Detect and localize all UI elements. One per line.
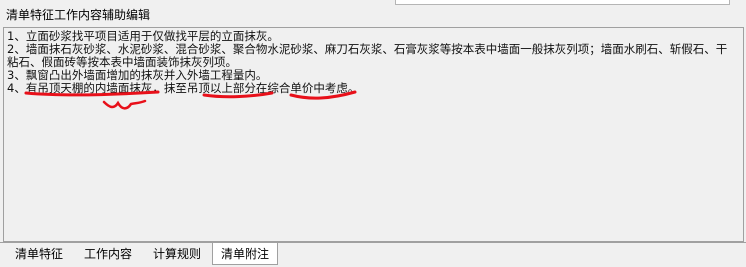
text-editor-panel[interactable]: 1、立面砂浆找平项目适用于仅做找平层的立面抹灰。 2、墙面抹石灰砂浆、水泥砂浆、… xyxy=(3,27,744,242)
upper-tab-stub[interactable] xyxy=(395,0,730,5)
tab-list-features[interactable]: 清单特征 xyxy=(4,243,74,265)
editor-line-2: 2、墙面抹石灰砂浆、水泥砂浆、混合砂浆、聚合物水泥砂浆、麻刀石灰浆、石膏灰浆等按… xyxy=(7,43,728,69)
bottom-tab-bar: 清单特征 工作内容 计算规则 清单附注 xyxy=(0,242,746,267)
editor-line-4: 4、有吊顶天棚的内墙面抹灰，抹至吊顶以上部分在综合单价中考虑。 xyxy=(7,82,360,95)
tab-list-notes[interactable]: 清单附注 xyxy=(212,243,278,265)
vertical-scrollbar[interactable] xyxy=(726,28,743,241)
editor-line-1: 1、立面砂浆找平项目适用于仅做找平层的立面抹灰。 xyxy=(7,30,279,43)
editor-content[interactable]: 1、立面砂浆找平项目适用于仅做找平层的立面抹灰。 2、墙面抹石灰砂浆、水泥砂浆、… xyxy=(7,30,737,100)
tab-work-content[interactable]: 工作内容 xyxy=(76,243,140,265)
window-title: 清单特征工作内容辅助编辑 xyxy=(6,8,151,22)
editor-line-3: 3、飘窗凸出外墙面增加的抹灰并入外墙工程量内。 xyxy=(7,69,268,82)
tab-calculation-rules[interactable]: 计算规则 xyxy=(144,243,210,265)
